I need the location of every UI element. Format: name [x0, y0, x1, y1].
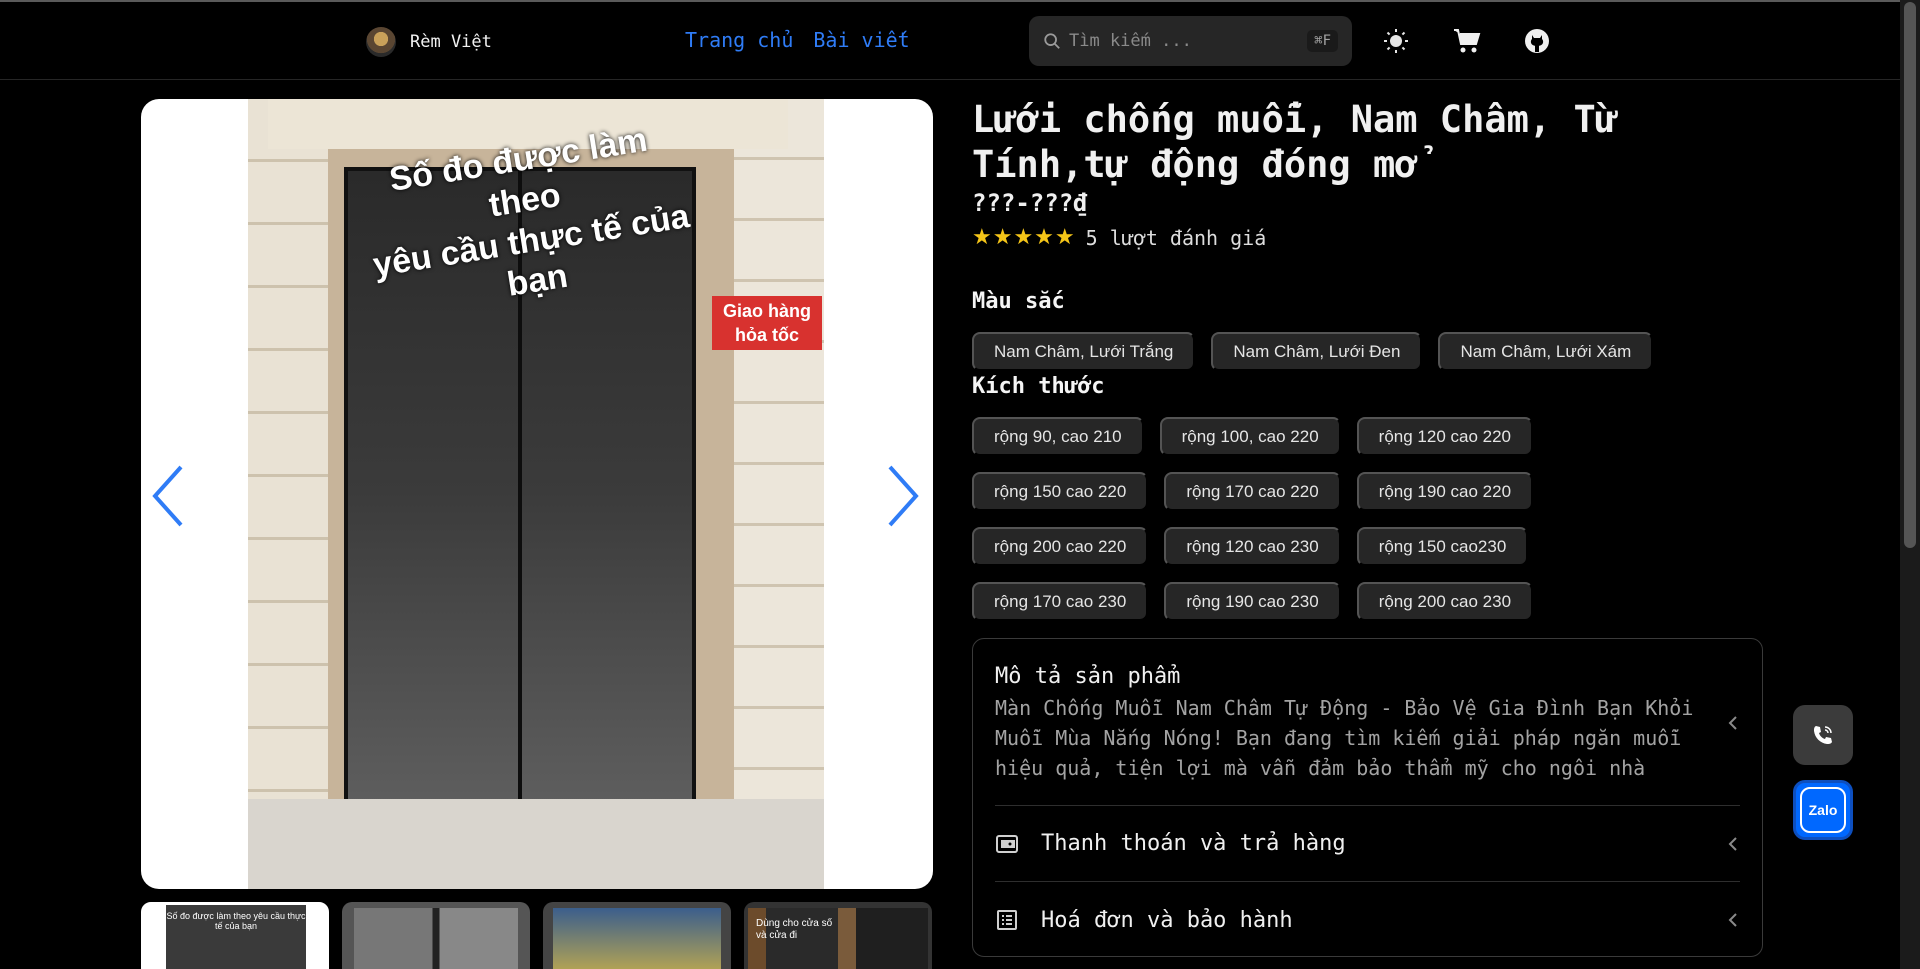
payment-return-label: Thanh thoán và trả hàng	[1041, 831, 1346, 856]
color-label: Màu sắc	[972, 289, 1065, 314]
chevron-left-icon[interactable]	[1726, 834, 1740, 854]
product-image-carousel[interactable]: Số đo được làm theo yêu cầu thực tế của …	[141, 99, 933, 889]
thumbnail-strip: Số đo được làm theo yêu cầu thực tế của …	[141, 902, 932, 969]
zalo-label: Zalo	[1800, 787, 1846, 833]
payment-return-section[interactable]: Thanh thoán và trả hàng	[995, 806, 1740, 882]
size-option[interactable]: rộng 170 cao 220	[1164, 472, 1341, 511]
description-title: Mô tả sản phẩm	[995, 664, 1181, 689]
product-info: Lưới chống muỗi, Nam Châm, Từ Tính,tự độ…	[972, 97, 1762, 250]
thumbnail-1[interactable]: Số đo được làm theo yêu cầu thực tế của …	[141, 902, 329, 969]
color-options: Nam Châm, Lưới Trắng Nam Châm, Lưới Đen …	[972, 332, 1654, 371]
thumbnail-1-text: Số đo được làm theo yêu cầu thực tế của …	[166, 905, 306, 969]
brand-name: Rèm Việt	[410, 32, 492, 52]
product-title: Lưới chống muỗi, Nam Châm, Từ Tính,tự độ…	[972, 98, 1619, 186]
chevron-left-icon[interactable]	[149, 461, 189, 531]
thumbnail-4-text: Dùng cho cửa số và cửa đi	[748, 908, 928, 969]
search-icon	[1044, 33, 1060, 49]
product-rating: ★★★★★ 5 lượt đánh giá	[972, 225, 1762, 250]
main-nav: Trang chủ Bài viết	[685, 28, 910, 52]
cart-button[interactable]	[1452, 26, 1482, 56]
github-icon	[1525, 29, 1549, 53]
color-option[interactable]: Nam Châm, Lưới Xám	[1438, 332, 1654, 371]
product-accordion: Mô tả sản phẩm Màn Chống Muỗi Nam Châm T…	[972, 638, 1763, 957]
express-delivery-badge: Giao hàng hỏa tốc	[712, 296, 822, 350]
size-option[interactable]: rộng 190 cao 230	[1164, 582, 1341, 621]
chevron-left-icon[interactable]	[1726, 713, 1740, 733]
product-price: ???-???₫	[972, 189, 1088, 217]
description-body: Màn Chống Muỗi Nam Châm Tự Động - Bảo Vệ…	[995, 696, 1694, 780]
color-option[interactable]: Nam Châm, Lưới Trắng	[972, 332, 1196, 371]
zalo-chat-button[interactable]: Zalo	[1793, 780, 1853, 840]
github-button[interactable]	[1522, 26, 1552, 56]
cart-icon	[1454, 29, 1481, 53]
product-main-image: Số đo được làm theo yêu cầu thực tế của …	[248, 99, 824, 889]
size-options-row-2: rộng 150 cao 220 rộng 170 cao 220 rộng 1…	[972, 472, 1534, 511]
size-option[interactable]: rộng 190 cao 220	[1356, 472, 1534, 511]
call-button[interactable]	[1793, 705, 1853, 765]
search-box[interactable]: Tìm kiếm ... ⌘F	[1029, 16, 1352, 66]
chevron-right-icon[interactable]	[882, 461, 922, 531]
size-option[interactable]: rộng 150 cao230	[1356, 527, 1529, 566]
thumbnail-2[interactable]	[342, 902, 530, 969]
phone-icon	[1814, 726, 1832, 744]
wallet-icon	[996, 834, 1018, 853]
search-shortcut: ⌘F	[1307, 30, 1338, 52]
size-option[interactable]: rộng 100, cao 220	[1159, 417, 1341, 456]
size-options-row-4: rộng 170 cao 230 rộng 190 cao 230 rộng 2…	[972, 582, 1534, 621]
receipt-icon	[997, 910, 1017, 930]
thumbnail-4[interactable]: Dùng cho cửa số và cửa đi	[744, 902, 932, 969]
size-options-row-3: rộng 200 cao 220 rộng 120 cao 230 rộng 1…	[972, 527, 1529, 566]
scrollbar-thumb[interactable]	[1904, 2, 1916, 548]
size-label: Kích thước	[972, 374, 1105, 399]
theme-toggle-button[interactable]	[1381, 26, 1411, 56]
color-option[interactable]: Nam Châm, Lưới Đen	[1211, 332, 1423, 371]
size-option[interactable]: rộng 90, cao 210	[972, 417, 1144, 456]
nav-home-link[interactable]: Trang chủ	[685, 28, 793, 52]
size-option[interactable]: rộng 150 cao 220	[972, 472, 1149, 511]
thumbnail-3[interactable]	[543, 902, 731, 969]
brand-logo	[366, 27, 396, 57]
brand[interactable]: Rèm Việt	[366, 27, 492, 57]
size-option[interactable]: rộng 200 cao 220	[972, 527, 1149, 566]
star-rating-icon: ★★★★★	[972, 225, 1076, 250]
site-header: Rèm Việt Trang chủ Bài viết Tìm kiếm ...…	[0, 0, 1900, 80]
size-option[interactable]: rộng 170 cao 230	[972, 582, 1149, 621]
invoice-warranty-label: Hoá đơn và bảo hành	[1041, 907, 1293, 933]
description-section[interactable]: Mô tả sản phẩm Màn Chống Muỗi Nam Châm T…	[995, 639, 1740, 806]
page-scrollbar[interactable]	[1900, 0, 1920, 969]
invoice-warranty-section[interactable]: Hoá đơn và bảo hành	[995, 882, 1740, 958]
sun-icon	[1384, 29, 1408, 53]
size-option[interactable]: rộng 200 cao 230	[1356, 582, 1534, 621]
nav-posts-link[interactable]: Bài viết	[813, 28, 909, 52]
size-option[interactable]: rộng 120 cao 220	[1356, 417, 1534, 456]
rating-count: 5 lượt đánh giá	[1085, 225, 1267, 250]
chevron-left-icon[interactable]	[1726, 910, 1740, 930]
size-option[interactable]: rộng 120 cao 230	[1164, 527, 1341, 566]
search-placeholder: Tìm kiếm ...	[1069, 31, 1192, 51]
size-options-row-1: rộng 90, cao 210 rộng 100, cao 220 rộng …	[972, 417, 1534, 456]
